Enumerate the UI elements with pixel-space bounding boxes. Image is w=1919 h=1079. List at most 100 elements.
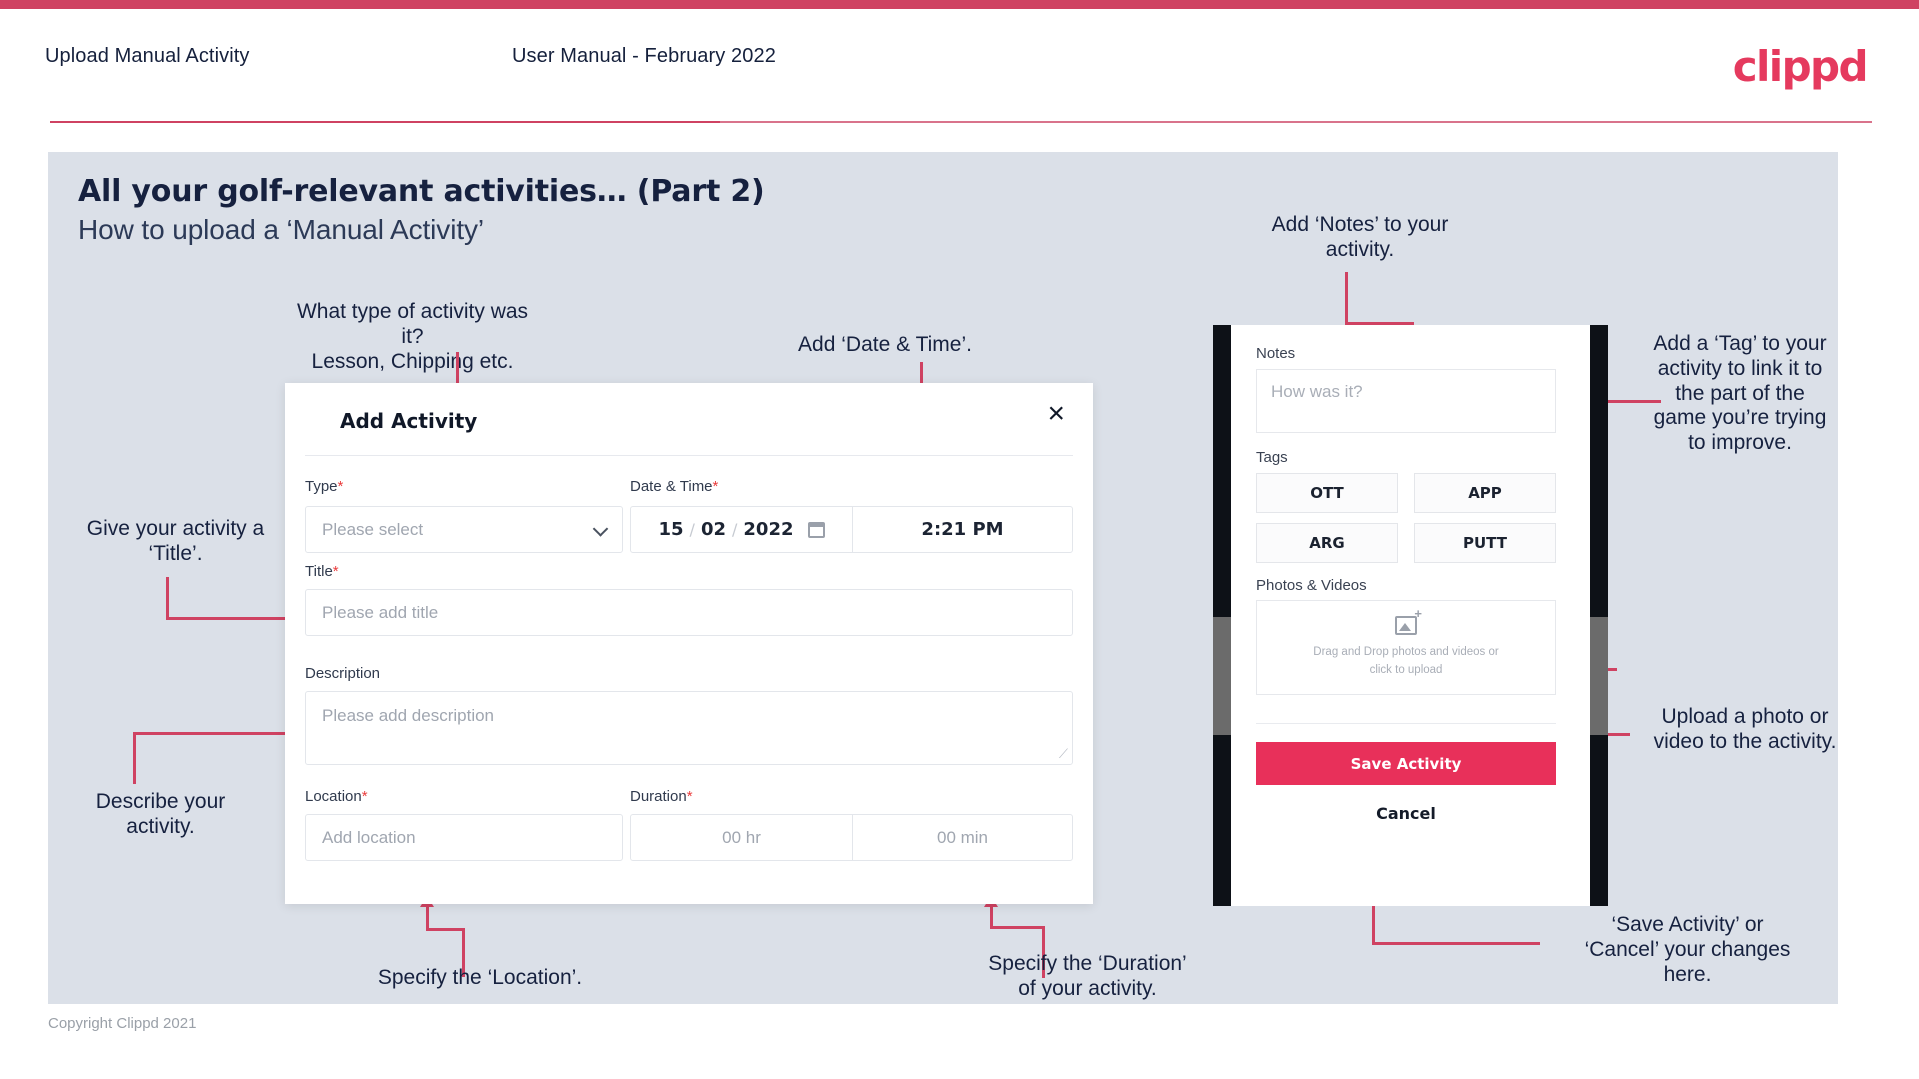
date-month: 02	[700, 519, 726, 540]
dialog-divider	[305, 455, 1073, 456]
cancel-button[interactable]: Cancel	[1256, 804, 1556, 823]
tag-arg[interactable]: ARG	[1256, 523, 1398, 563]
annotation-desc-arrow-elbow	[133, 732, 288, 735]
annotation-location: Specify the ‘Location’.	[377, 966, 583, 989]
slide-page: Upload Manual Activity User Manual - Feb…	[0, 0, 1919, 1079]
title-label-text: Title	[305, 563, 333, 580]
chevron-down-icon	[592, 520, 609, 537]
duration-minutes-input[interactable]: 00 min	[853, 815, 1072, 860]
datetime-group: 15 / 02 / 2022 2:21 PM	[630, 506, 1073, 553]
annotation-description: Describe your activity.	[95, 790, 226, 838]
date-day: 15	[658, 519, 684, 540]
photo-dropzone[interactable]: Drag and Drop photos and videos or click…	[1256, 600, 1556, 695]
tag-ott[interactable]: OTT	[1256, 473, 1398, 513]
dropzone-line-2: click to upload	[1369, 663, 1443, 676]
time-input[interactable]: 2:21 PM	[853, 507, 1072, 552]
phone-divider	[1256, 723, 1556, 724]
date-year: 2022	[743, 519, 794, 540]
annotation-location-arrow-elbow	[426, 928, 465, 931]
add-image-icon	[1395, 607, 1422, 636]
duration-minutes-placeholder: 00 min	[936, 827, 989, 847]
duration-hours-input[interactable]: 00 hr	[631, 815, 852, 860]
type-label: Type*	[305, 478, 343, 495]
duration-group: 00 hr 00 min	[630, 814, 1073, 861]
description-textarea[interactable]: Please add description ⟋	[305, 691, 1073, 765]
add-activity-dialog: Add Activity × Type* Please select Date …	[285, 383, 1093, 904]
phone-frame-left	[1213, 325, 1231, 906]
annotation-title-arrow-stem	[166, 577, 169, 619]
phone-frame-right	[1590, 325, 1608, 906]
time-value: 2:21 PM	[921, 519, 1004, 540]
tag-putt-label: PUTT	[1463, 534, 1507, 552]
duration-label-text: Duration	[630, 788, 687, 805]
annotation-save-cancel: ‘Save Activity’ or ‘Cancel’ your changes…	[1584, 913, 1791, 986]
annotation-tag-arrow-h1	[1606, 400, 1661, 403]
datetime-label-text: Date & Time	[630, 478, 713, 495]
annotation-tag: Add a ‘Tag’ to your activity to link it …	[1653, 332, 1827, 455]
notes-placeholder: How was it?	[1271, 382, 1363, 401]
annotation-desc-arrow-stem	[133, 732, 136, 784]
clippd-logo: clippd	[1732, 42, 1869, 91]
top-accent-stripe	[0, 0, 1919, 9]
description-placeholder: Please add description	[322, 706, 495, 725]
tag-app-label: APP	[1468, 484, 1502, 502]
cancel-label: Cancel	[1376, 804, 1436, 823]
title-label: Title*	[305, 563, 339, 580]
photos-videos-label: Photos & Videos	[1256, 577, 1367, 594]
title-required-marker: *	[332, 563, 339, 580]
annotation-title-field: Give your activity a ‘Title’.	[86, 517, 265, 565]
header-left-title: Upload Manual Activity	[45, 45, 250, 67]
location-required-marker: *	[361, 788, 368, 805]
header-center-title: User Manual - February 2022	[512, 45, 776, 67]
footer-copyright: Copyright Clippd 2021	[48, 1015, 197, 1032]
annotation-notes-arrow-stem	[1345, 272, 1348, 324]
datetime-required-marker: *	[712, 478, 719, 495]
calendar-icon[interactable]	[807, 521, 825, 538]
duration-required-marker: *	[686, 788, 693, 805]
tag-putt[interactable]: PUTT	[1414, 523, 1556, 563]
phone-volume-buttons-left	[1213, 617, 1231, 735]
location-label-text: Location	[305, 788, 362, 805]
page-subtitle: How to upload a ‘Manual Activity’	[78, 214, 485, 245]
phone-volume-buttons-right	[1590, 617, 1608, 735]
title-placeholder: Please add title	[322, 602, 439, 622]
description-label: Description	[305, 665, 380, 682]
phone-screen: Notes How was it? Tags OTT APP ARG PUTT …	[1231, 325, 1590, 906]
page-title: All your golf-relevant activities… (Part…	[78, 174, 765, 209]
tag-ott-label: OTT	[1310, 484, 1344, 502]
annotation-duration: Specify the ‘Duration’ of your activity.	[988, 952, 1187, 1000]
annotation-type: What type of activity was it? Lesson, Ch…	[296, 300, 529, 373]
resize-grip-icon[interactable]: ⟋	[1059, 746, 1068, 762]
save-activity-label: Save Activity	[1350, 754, 1462, 773]
datetime-label: Date & Time*	[630, 478, 718, 495]
location-input[interactable]: Add location	[305, 814, 623, 861]
title-input[interactable]: Please add title	[305, 589, 1073, 636]
type-required-marker: *	[337, 478, 344, 495]
annotation-duration-arrow-up	[990, 906, 993, 928]
date-input[interactable]: 15 / 02 / 2022	[631, 507, 852, 552]
annotation-title-arrow-elbow	[166, 617, 288, 620]
duration-hours-placeholder: 00 hr	[722, 827, 761, 847]
type-placeholder: Please select	[322, 519, 424, 539]
dropzone-line-1: Drag and Drop photos and videos or	[1313, 646, 1499, 659]
date-separator-1: /	[689, 520, 695, 539]
annotation-datetime: Add ‘Date & Time’.	[798, 333, 972, 356]
notes-label: Notes	[1256, 345, 1296, 362]
annotation-duration-arrow-elbow	[990, 926, 1045, 929]
annotation-notes: Add ‘Notes’ to your activity.	[1271, 213, 1449, 261]
type-label-text: Type	[305, 478, 338, 495]
duration-label: Duration*	[630, 788, 693, 805]
save-activity-button[interactable]: Save Activity	[1256, 742, 1556, 785]
annotation-location-arrow-up	[426, 906, 429, 930]
tag-arg-label: ARG	[1309, 534, 1345, 552]
annotation-upload: Upload a photo or video to the activity.	[1653, 705, 1837, 753]
notes-input[interactable]: How was it?	[1256, 369, 1556, 433]
tag-app[interactable]: APP	[1414, 473, 1556, 513]
description-label-text: Description	[305, 665, 381, 682]
dialog-title: Add Activity	[340, 409, 478, 433]
phone-mockup: Notes How was it? Tags OTT APP ARG PUTT …	[1213, 325, 1608, 906]
close-icon[interactable]: ×	[1047, 399, 1065, 429]
date-separator-2: /	[732, 520, 738, 539]
header-divider-light	[720, 121, 1872, 123]
type-select[interactable]: Please select	[305, 506, 623, 553]
